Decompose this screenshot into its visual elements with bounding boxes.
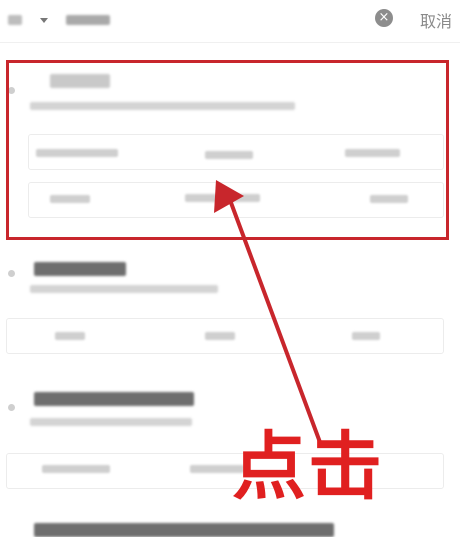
option-text-8: [205, 332, 235, 340]
result-card-2[interactable]: [0, 250, 460, 360]
card-title-blurred: [34, 523, 334, 537]
result-card-4[interactable]: [0, 515, 460, 537]
card-subtitle-blurred: [30, 285, 218, 293]
card-subtitle-blurred: [30, 102, 295, 110]
scope-label-blurred: [8, 15, 22, 25]
card-dot-icon: [8, 87, 15, 94]
option-text-1: [36, 149, 118, 157]
card-title-blurred: [34, 392, 194, 406]
option-text-10: [42, 465, 110, 473]
card-dot-icon: [8, 270, 15, 277]
result-card-3[interactable]: [0, 380, 460, 490]
annotation-label: 点击: [232, 424, 384, 510]
option-text-3: [345, 149, 400, 157]
option-text-7: [55, 332, 85, 340]
search-query-blurred[interactable]: [66, 15, 110, 25]
card-subtitle-blurred: [30, 418, 192, 426]
option-text-2: [205, 151, 253, 159]
card-dot-icon: [8, 404, 15, 411]
search-results-page: × 取消 点击: [0, 0, 460, 537]
card-title-blurred: [34, 262, 126, 276]
option-text-6: [370, 195, 408, 203]
search-bar: × 取消: [0, 0, 460, 43]
clear-icon[interactable]: ×: [375, 9, 393, 27]
caret-down-icon: [40, 17, 48, 23]
cancel-button[interactable]: 取消: [420, 8, 452, 32]
option-text-9: [352, 332, 380, 340]
card-title-blurred: [50, 74, 110, 88]
option-text-5: [185, 194, 260, 202]
option-text-4: [50, 195, 90, 203]
search-scope-selector[interactable]: [0, 10, 110, 30]
result-card-1[interactable]: [0, 60, 460, 240]
